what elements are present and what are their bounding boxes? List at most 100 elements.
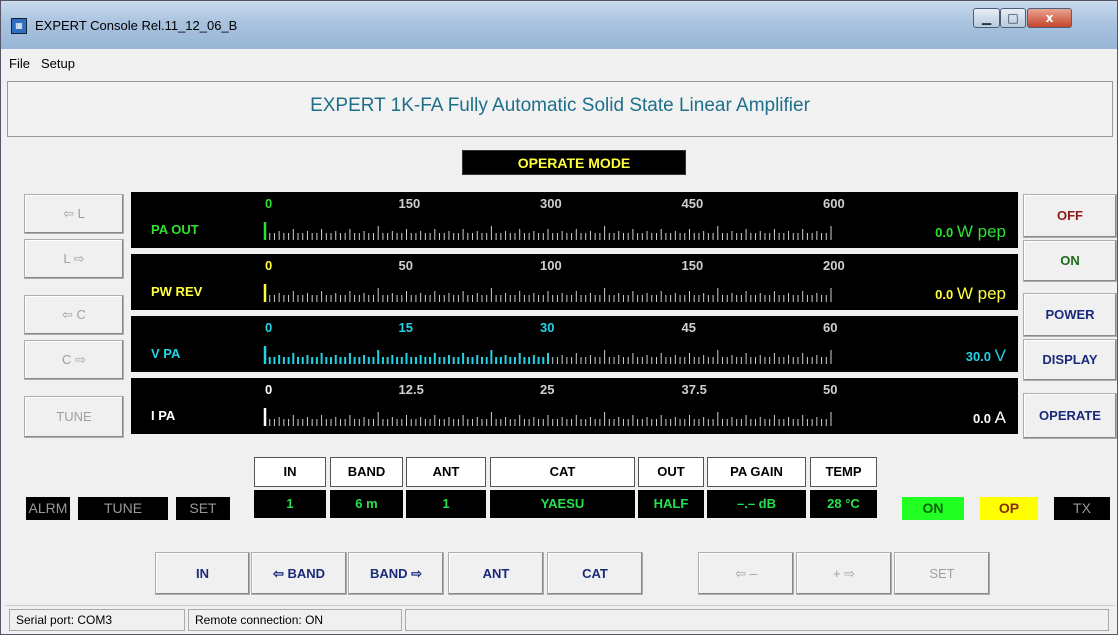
ant-button[interactable]: ANT — [448, 552, 544, 595]
meter-tick-label: 30 — [540, 320, 554, 335]
meter-tick-label: 0 — [265, 196, 272, 211]
status-empty-pane — [405, 609, 1109, 631]
grid-value-temp: 28 °C — [810, 490, 877, 518]
grid-header-cat: CAT — [490, 457, 635, 487]
l-right-label: L ⇨ — [63, 251, 85, 266]
l-right-button[interactable]: L ⇨ — [24, 239, 124, 279]
cat-button[interactable]: CAT — [547, 552, 643, 595]
minus-button[interactable]: ⇦ – — [698, 552, 794, 595]
power-button[interactable]: POWER — [1023, 293, 1117, 337]
c-right-label: C ⇨ — [62, 352, 86, 367]
grid-value-in: 1 — [254, 490, 326, 518]
meter-scale: 0 50 100 150 200 — [263, 258, 845, 302]
power-label: POWER — [1045, 307, 1095, 322]
band-up-button[interactable]: BAND ⇨ — [348, 552, 444, 595]
minus-label: ⇦ – — [735, 566, 757, 581]
op-indicator: OP — [980, 497, 1038, 520]
set-button[interactable]: SET — [894, 552, 990, 595]
meter-v-pa: 0 15 30 45 60 V PA 30.0 V — [131, 316, 1018, 372]
c-left-button[interactable]: ⇦ C — [24, 295, 124, 335]
meter-pa-out: 0 150 300 450 600 PA OUT 0.0 W pep — [131, 192, 1018, 248]
display-label: DISPLAY — [1042, 352, 1098, 367]
meter-tick-label: 0 — [265, 258, 272, 273]
tune-label: TUNE — [56, 409, 92, 424]
tune-button[interactable]: TUNE — [24, 396, 124, 438]
meter-pw-rev: 0 50 100 150 200 PW REV 0.0 W pep — [131, 254, 1018, 310]
meter-tick-label: 150 — [399, 196, 421, 211]
set-indicator: SET — [176, 497, 230, 520]
operate-button[interactable]: OPERATE — [1023, 393, 1117, 439]
ant-label: ANT — [482, 566, 510, 581]
meter-tick-label: 150 — [682, 258, 704, 273]
grid-value-pa-gain: –.– dB — [707, 490, 806, 518]
meter-tick-label: 50 — [823, 382, 837, 397]
window-title: EXPERT Console Rel.11_12_06_B — [35, 18, 238, 33]
meter-tick-label: 100 — [540, 258, 562, 273]
plus-button[interactable]: + ⇨ — [796, 552, 892, 595]
cat-label: CAT — [582, 566, 608, 581]
app-window: ▦ EXPERT Console Rel.11_12_06_B ▁ □ x Fi… — [0, 0, 1118, 635]
band-up-label: BAND ⇨ — [369, 566, 423, 581]
meter-tick-label: 25 — [540, 382, 554, 397]
off-label: OFF — [1057, 208, 1083, 223]
meter-tick-label: 300 — [540, 196, 562, 211]
meter-unit: V — [994, 346, 1006, 365]
grid-header-temp: TEMP — [810, 457, 877, 487]
menu-bar: File Setup — [5, 54, 1115, 74]
meter-tick-label: 60 — [823, 320, 837, 335]
meter-value-number: 0.0 — [935, 287, 954, 302]
grid-value-out: HALF — [638, 490, 704, 518]
meter-unit: A — [994, 408, 1006, 427]
remote-connection-status: Remote connection: ON — [188, 609, 402, 631]
meter-value: 30.0 V — [966, 346, 1006, 366]
header-panel: EXPERT 1K-FA Fully Automatic Solid State… — [7, 81, 1113, 137]
meter-label: PA OUT — [151, 222, 199, 237]
meter-tick-label: 12.5 — [399, 382, 424, 397]
meter-value-number: 0.0 — [935, 225, 954, 240]
grid-value-cat: YAESU — [490, 490, 635, 518]
c-left-label: ⇦ C — [62, 307, 86, 322]
grid-value-ant: 1 — [406, 490, 486, 518]
meter-tick-label: 37.5 — [682, 382, 707, 397]
on-button[interactable]: ON — [1023, 240, 1117, 282]
grid-header-out: OUT — [638, 457, 704, 487]
in-label: IN — [196, 566, 209, 581]
meter-value-number: 30.0 — [965, 349, 992, 364]
page-title: EXPERT 1K-FA Fully Automatic Solid State… — [310, 95, 810, 116]
meter-tick-label: 600 — [823, 196, 845, 211]
off-button[interactable]: OFF — [1023, 194, 1117, 238]
c-right-button[interactable]: C ⇨ — [24, 340, 124, 380]
operate-label: OPERATE — [1039, 408, 1101, 423]
status-bar: Serial port: COM3 Remote connection: ON — [5, 605, 1115, 633]
meter-value: 0.0 W pep — [935, 284, 1006, 304]
meter-i-pa: 0 12.5 25 37.5 50 I PA 0.0 A — [131, 378, 1018, 434]
meter-value-number: 0.0 — [972, 411, 992, 426]
close-button[interactable]: x — [1027, 8, 1072, 28]
menu-file[interactable]: File — [9, 56, 30, 71]
band-down-label: ⇦ BAND — [272, 566, 326, 581]
grid-header-in: IN — [254, 457, 326, 487]
meter-tick-label: 200 — [823, 258, 845, 273]
meter-tick-label: 450 — [682, 196, 704, 211]
meter-label: V PA — [151, 346, 181, 361]
meter-unit: W pep — [956, 284, 1006, 303]
title-bar[interactable]: ▦ EXPERT Console Rel.11_12_06_B ▁ □ x — [1, 1, 1117, 49]
menu-setup[interactable]: Setup — [41, 56, 75, 71]
display-button[interactable]: DISPLAY — [1023, 339, 1117, 381]
grid-header-pa-gain: PA GAIN — [707, 457, 806, 487]
meter-tick-label: 45 — [682, 320, 696, 335]
l-left-button[interactable]: ⇦ L — [24, 194, 124, 234]
meter-scale: 0 12.5 25 37.5 50 — [263, 382, 837, 426]
meter-label: I PA — [151, 408, 176, 423]
band-down-button[interactable]: ⇦ BAND — [251, 552, 347, 595]
grid-header-band: BAND — [330, 457, 403, 487]
serial-port-status: Serial port: COM3 — [9, 609, 185, 631]
maximize-button[interactable]: □ — [1000, 8, 1026, 28]
minimize-button[interactable]: ▁ — [973, 8, 1000, 28]
tx-indicator: TX — [1054, 497, 1110, 520]
in-button[interactable]: IN — [155, 552, 250, 595]
meter-value: 0.0 A — [973, 408, 1006, 428]
meter-tick-label: 50 — [399, 258, 413, 273]
meter-tick-label: 0 — [265, 382, 272, 397]
mode-display: OPERATE MODE — [462, 150, 686, 175]
